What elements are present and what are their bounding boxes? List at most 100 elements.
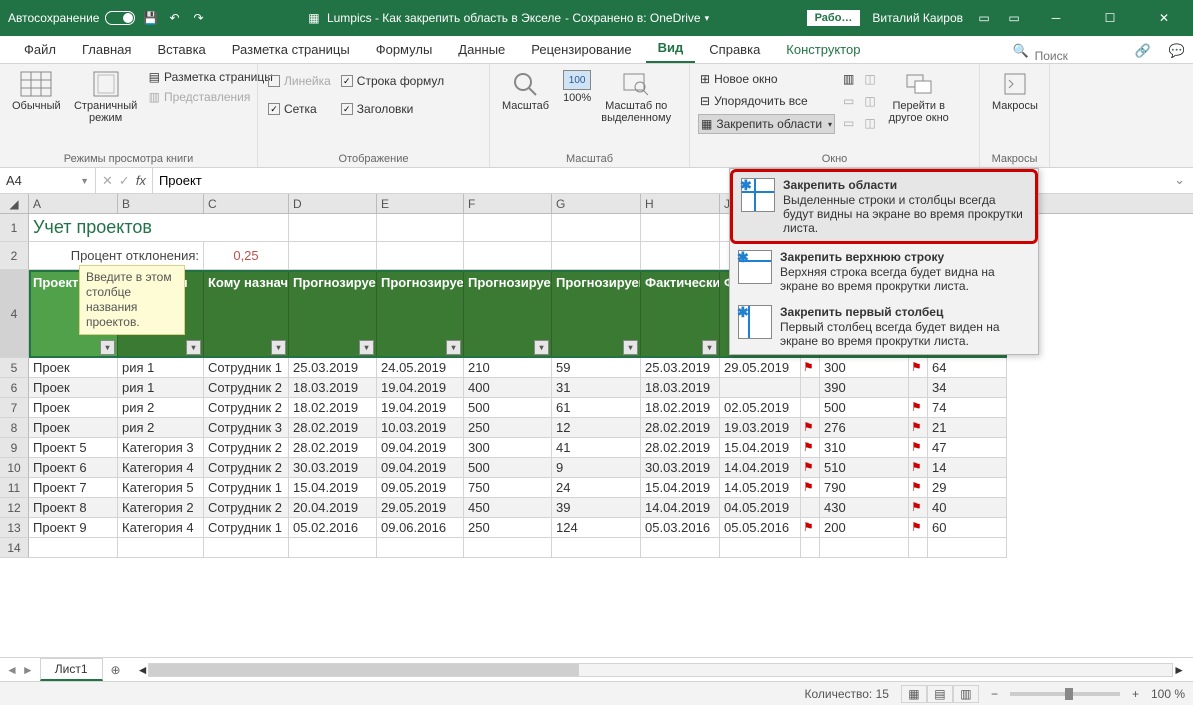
page-break-view-icon[interactable]: ▥ xyxy=(953,685,979,703)
table-cell[interactable]: Проек xyxy=(29,398,118,418)
table-cell[interactable]: 10.03.2019 xyxy=(377,418,464,438)
split-button[interactable]: ▥ xyxy=(841,70,856,88)
table-cell[interactable]: 64 xyxy=(928,358,1007,378)
table-cell[interactable]: 300 xyxy=(820,358,909,378)
table-cell[interactable]: ⚑ xyxy=(801,518,820,538)
table-header-cell[interactable]: Прогнозируемые трудозатраты (в часах)▾ xyxy=(464,270,552,358)
filter-button[interactable]: ▾ xyxy=(271,340,286,355)
table-cell[interactable]: Категория 2 xyxy=(118,498,204,518)
zoom-slider[interactable] xyxy=(1010,692,1120,696)
column-header[interactable]: D xyxy=(289,194,377,213)
filter-button[interactable]: ▾ xyxy=(702,340,717,355)
cell[interactable] xyxy=(377,538,464,558)
table-cell[interactable]: Сотрудник 1 xyxy=(204,358,289,378)
table-cell[interactable]: 02.05.2019 xyxy=(720,398,801,418)
table-header-cell[interactable]: Фактический запуск▾ xyxy=(641,270,720,358)
undo-icon[interactable]: ↶ xyxy=(165,9,183,27)
row-header[interactable]: 12 xyxy=(0,498,29,518)
freeze-panes-item[interactable]: ✱ Закрепить областиВыделенные строки и с… xyxy=(730,169,1038,244)
table-cell[interactable]: 74 xyxy=(928,398,1007,418)
scroll-left-icon[interactable]: ◄ xyxy=(137,663,149,677)
macros-button[interactable]: Макросы xyxy=(988,68,1042,114)
table-cell[interactable]: 09.06.2016 xyxy=(377,518,464,538)
tab-formulas[interactable]: Формулы xyxy=(364,36,445,63)
column-header[interactable]: A xyxy=(29,194,118,213)
table-cell[interactable]: Проек xyxy=(29,358,118,378)
zoom-out-button[interactable]: − xyxy=(991,687,998,701)
table-cell[interactable]: 430 xyxy=(820,498,909,518)
cell[interactable] xyxy=(641,242,720,270)
table-cell[interactable]: ⚑ xyxy=(909,358,928,378)
horizontal-scrollbar[interactable]: ◄ ► xyxy=(129,663,1193,677)
table-cell[interactable]: 39 xyxy=(552,498,641,518)
table-cell[interactable] xyxy=(720,378,801,398)
row-header[interactable]: 9 xyxy=(0,438,29,458)
zoom-in-button[interactable]: + xyxy=(1132,687,1139,701)
row-header[interactable]: 14 xyxy=(0,538,29,558)
table-cell[interactable]: 18.03.2019 xyxy=(641,378,720,398)
column-header[interactable]: G xyxy=(552,194,641,213)
column-header[interactable]: C xyxy=(204,194,289,213)
table-cell[interactable]: 250 xyxy=(464,518,552,538)
filter-button[interactable]: ▾ xyxy=(100,340,115,355)
table-cell[interactable]: 18.02.2019 xyxy=(289,398,377,418)
table-cell[interactable]: 500 xyxy=(464,398,552,418)
zoom-level[interactable]: 100 % xyxy=(1151,687,1185,701)
table-cell[interactable]: 30.03.2019 xyxy=(641,458,720,478)
table-cell[interactable]: 14.04.2019 xyxy=(641,498,720,518)
table-cell[interactable]: Сотрудник 1 xyxy=(204,478,289,498)
table-cell[interactable]: ⚑ xyxy=(909,518,928,538)
cell[interactable] xyxy=(464,538,552,558)
table-cell[interactable]: 09.04.2019 xyxy=(377,438,464,458)
table-cell[interactable]: 30.03.2019 xyxy=(289,458,377,478)
table-cell[interactable]: 05.03.2016 xyxy=(641,518,720,538)
table-cell[interactable]: 29.05.2019 xyxy=(377,498,464,518)
user-name[interactable]: Виталий Каиров xyxy=(872,11,963,25)
ribbon-options-icon[interactable]: ▭ xyxy=(1005,9,1023,27)
tab-view[interactable]: Вид xyxy=(646,34,696,63)
custom-views-button[interactable]: ▥Представления xyxy=(147,88,275,106)
zoom-selection-button[interactable]: Масштаб по выделенному xyxy=(601,68,671,126)
table-cell[interactable]: 510 xyxy=(820,458,909,478)
freeze-top-row-item[interactable]: ✱ Закрепить верхнюю строкуВерхняя строка… xyxy=(730,244,1038,299)
mode-badge[interactable]: Рабо… xyxy=(807,10,861,26)
row-header[interactable]: 2 xyxy=(0,242,29,270)
title-cell[interactable]: Учет проектов xyxy=(29,214,289,242)
fx-icon[interactable]: fx xyxy=(136,173,146,188)
table-cell[interactable]: 31 xyxy=(552,378,641,398)
cell[interactable] xyxy=(909,538,928,558)
table-cell[interactable]: ⚑ xyxy=(909,418,928,438)
table-header-cell[interactable]: Кому назначен▾ xyxy=(204,270,289,358)
table-cell[interactable]: ⚑ xyxy=(909,398,928,418)
cell[interactable] xyxy=(289,242,377,270)
table-cell[interactable]: Сотрудник 2 xyxy=(204,498,289,518)
table-cell[interactable]: 750 xyxy=(464,478,552,498)
minimize-button[interactable]: ─ xyxy=(1035,0,1077,36)
user-avatar-icon[interactable]: ▭ xyxy=(975,9,993,27)
tab-insert[interactable]: Вставка xyxy=(145,36,217,63)
table-cell[interactable]: 28.02.2019 xyxy=(289,418,377,438)
table-cell[interactable]: 60 xyxy=(928,518,1007,538)
save-icon[interactable]: 💾 xyxy=(141,9,159,27)
table-cell[interactable]: 25.03.2019 xyxy=(289,358,377,378)
win-opt3[interactable]: ◫ xyxy=(862,114,877,132)
table-cell[interactable]: 9 xyxy=(552,458,641,478)
table-cell[interactable]: Сотрудник 2 xyxy=(204,378,289,398)
row-header[interactable]: 8 xyxy=(0,418,29,438)
table-cell[interactable]: Категория 3 xyxy=(118,438,204,458)
table-cell[interactable]: Категория 5 xyxy=(118,478,204,498)
select-all-button[interactable]: ◢ xyxy=(0,194,29,213)
row-header[interactable]: 13 xyxy=(0,518,29,538)
formula-bar-check[interactable]: Строка формул xyxy=(339,72,446,90)
table-cell[interactable]: 34 xyxy=(928,378,1007,398)
table-cell[interactable]: 15.04.2019 xyxy=(720,438,801,458)
freeze-first-col-item[interactable]: ✱ Закрепить первый столбецПервый столбец… xyxy=(730,299,1038,354)
enter-formula-icon[interactable]: ✓ xyxy=(119,173,130,189)
sheet-prev-icon[interactable]: ◄ xyxy=(6,663,18,677)
unhide-button[interactable]: ▭ xyxy=(841,114,856,132)
table-cell[interactable] xyxy=(801,398,820,418)
filter-button[interactable]: ▾ xyxy=(534,340,549,355)
tab-data[interactable]: Данные xyxy=(446,36,517,63)
table-cell[interactable]: 21 xyxy=(928,418,1007,438)
cell[interactable] xyxy=(928,538,1007,558)
